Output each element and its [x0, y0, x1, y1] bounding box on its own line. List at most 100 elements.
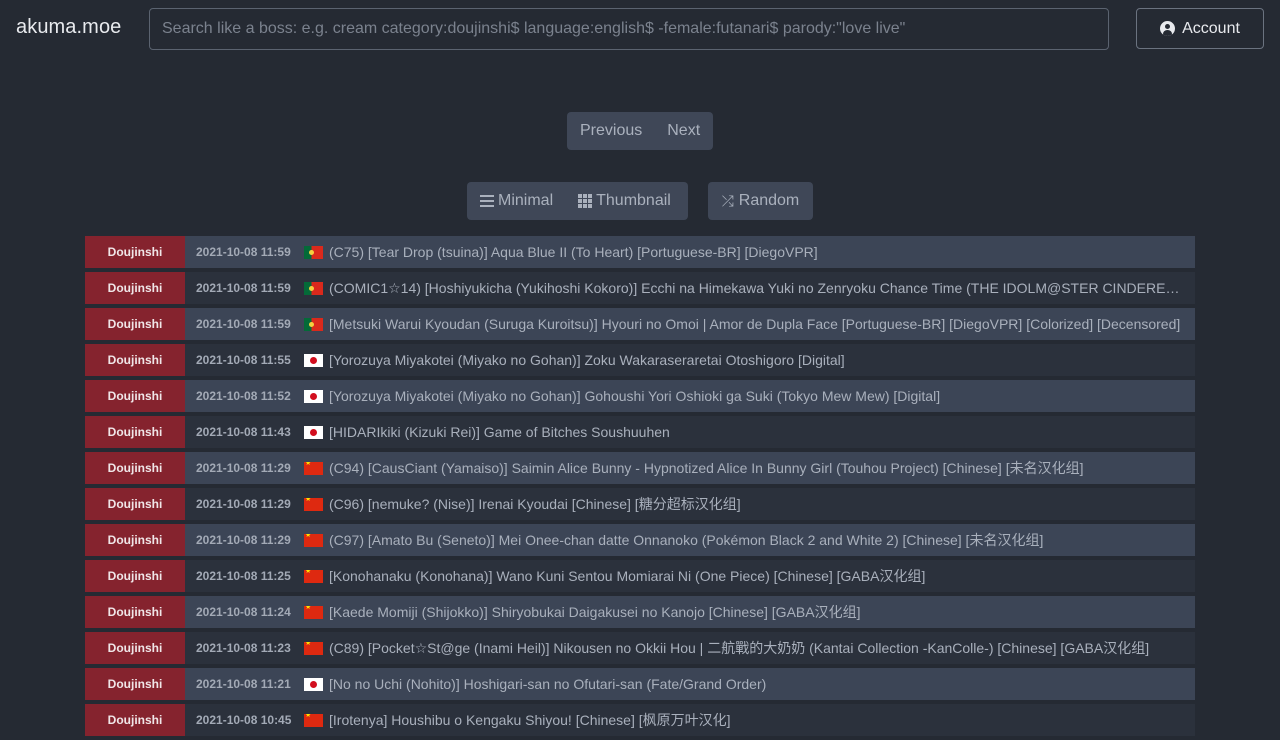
gallery-title-link[interactable]: [Irotenya] Houshibu o Kengaku Shiyou! [C… [329, 710, 741, 730]
category-badge[interactable]: Doujinshi [85, 236, 185, 268]
flag-jp-icon [304, 677, 323, 691]
category-badge[interactable]: Doujinshi [85, 632, 185, 664]
gallery-title-link[interactable]: [Yorozuya Miyakotei (Miyako no Gohan)] Z… [329, 352, 855, 368]
upload-date: 2021-10-08 11:29 [196, 497, 291, 511]
gallery-content[interactable]: 2021-10-08 11:29 (C97) [Amato Bu (Seneto)… [185, 524, 1195, 556]
gallery-row[interactable]: Doujinshi 2021-10-08 10:45 [Irotenya] Hous… [85, 704, 1195, 736]
category-badge[interactable]: Doujinshi [85, 380, 185, 412]
gallery-content[interactable]: 2021-10-08 11:25 [Konohanaku (Konohana)] … [185, 560, 1195, 592]
gallery-content[interactable]: 2021-10-08 11:55 [Yorozuya Miyakotei (Miy… [185, 344, 1195, 376]
upload-date: 2021-10-08 11:25 [196, 569, 291, 583]
upload-date: 2021-10-08 11:59 [196, 317, 291, 331]
next-button[interactable]: Next [655, 122, 713, 140]
gallery-content[interactable]: 2021-10-08 11:59 (C75) [Tear Drop (tsuina… [185, 236, 1195, 268]
flag-jp-icon [304, 425, 323, 439]
gallery-content[interactable]: 2021-10-08 11:24 [Kaede Momiji (Shijokko)… [185, 596, 1195, 628]
thumbnail-view-button[interactable]: Thumbnail [565, 182, 683, 220]
previous-button[interactable]: Previous [567, 122, 655, 140]
gallery-row[interactable]: Doujinshi 2021-10-08 11:43 [HIDARIkiki (Ki… [85, 416, 1195, 448]
gallery-list: Doujinshi 2021-10-08 11:59 (C75) [Tear Dro… [85, 236, 1195, 740]
upload-date: 2021-10-08 11:52 [196, 389, 291, 403]
upload-date: 2021-10-08 11:55 [196, 353, 291, 367]
gallery-content[interactable]: 2021-10-08 11:23 (C89) [Pocket☆St@ge (Ina… [185, 632, 1195, 664]
upload-date: 2021-10-08 11:29 [196, 533, 291, 547]
gallery-title-link[interactable]: [Metsuki Warui Kyoudan (Suruga Kuroitsu)… [329, 316, 1190, 332]
flag-pt-icon [304, 317, 323, 331]
gallery-row[interactable]: Doujinshi 2021-10-08 11:59 (COMIC1☆14) [Ho… [85, 272, 1195, 304]
category-badge[interactable]: Doujinshi [85, 524, 185, 556]
upload-date: 2021-10-08 11:43 [196, 425, 291, 439]
gallery-title-link[interactable]: (C96) [nemuke? (Nise)] Irenai Kyoudai [C… [329, 494, 751, 514]
gallery-title-link[interactable]: [Kaede Momiji (Shijokko)] Shiryobukai Da… [329, 602, 870, 622]
search-input[interactable] [149, 8, 1109, 50]
gallery-title-link[interactable]: [HIDARIkiki (Kizuki Rei)] Game of Bitche… [329, 424, 680, 440]
pagination: Previous Next [567, 112, 713, 150]
upload-date: 2021-10-08 11:21 [196, 677, 291, 691]
gallery-content[interactable]: 2021-10-08 11:52 [Yorozuya Miyakotei (Miy… [185, 380, 1195, 412]
flag-cn-icon [304, 497, 323, 511]
account-button[interactable]: Account [1136, 8, 1264, 49]
minimal-view-button[interactable]: Minimal [467, 182, 565, 220]
random-button[interactable]: ⤮ Random [708, 182, 813, 220]
upload-date: 2021-10-08 11:59 [196, 245, 291, 259]
category-badge[interactable]: Doujinshi [85, 560, 185, 592]
gallery-content[interactable]: 2021-10-08 11:21 [No no Uchi (Nohito)] Ho… [185, 668, 1195, 700]
gallery-title-link[interactable]: (C97) [Amato Bu (Seneto)] Mei Onee-chan … [329, 530, 1053, 550]
gallery-content[interactable]: 2021-10-08 11:59 [Metsuki Warui Kyoudan (… [185, 308, 1195, 340]
gallery-row[interactable]: Doujinshi 2021-10-08 11:55 [Yorozuya Miyak… [85, 344, 1195, 376]
category-badge[interactable]: Doujinshi [85, 668, 185, 700]
grid-icon [578, 194, 593, 208]
account-label: Account [1182, 19, 1240, 37]
category-badge[interactable]: Doujinshi [85, 704, 185, 736]
gallery-title-link[interactable]: (C94) [CausCiant (Yamaiso)] Saimin Alice… [329, 458, 1093, 478]
gallery-title-link[interactable]: [Konohanaku (Konohana)] Wano Kuni Sentou… [329, 566, 935, 586]
flag-pt-icon [304, 281, 323, 295]
upload-date: 2021-10-08 10:45 [196, 713, 292, 727]
flag-cn-icon [304, 641, 323, 655]
navbar: akuma.moe Account [0, 0, 1280, 58]
shuffle-icon: ⤮ [721, 192, 734, 210]
category-badge[interactable]: Doujinshi [85, 488, 185, 520]
gallery-title-link[interactable]: (COMIC1☆14) [Hoshiyukicha (Yukihoshi Kok… [329, 280, 1195, 297]
gallery-content[interactable]: 2021-10-08 11:43 [HIDARIkiki (Kizuki Rei)… [185, 416, 1195, 448]
flag-pt-icon [304, 245, 323, 259]
bars-icon [480, 195, 494, 207]
gallery-row[interactable]: Doujinshi 2021-10-08 11:59 (C75) [Tear Dro… [85, 236, 1195, 268]
random-label: Random [738, 192, 800, 209]
category-badge[interactable]: Doujinshi [85, 308, 185, 340]
gallery-row[interactable]: Doujinshi 2021-10-08 11:23 (C89) [Pocket☆S… [85, 632, 1195, 664]
site-logo[interactable]: akuma.moe [16, 16, 121, 39]
gallery-row[interactable]: Doujinshi 2021-10-08 11:21 [No no Uchi (No… [85, 668, 1195, 700]
upload-date: 2021-10-08 11:59 [196, 281, 291, 295]
gallery-row[interactable]: Doujinshi 2021-10-08 11:52 [Yorozuya Miyak… [85, 380, 1195, 412]
view-mode-group: Minimal Thumbnail [467, 182, 688, 220]
category-badge[interactable]: Doujinshi [85, 272, 185, 304]
category-badge[interactable]: Doujinshi [85, 596, 185, 628]
gallery-content[interactable]: 2021-10-08 11:59 (COMIC1☆14) [Hoshiyukich… [185, 272, 1195, 304]
gallery-title-link[interactable]: [No no Uchi (Nohito)] Hoshigari-san no O… [329, 676, 776, 692]
gallery-content[interactable]: 2021-10-08 11:29 (C96) [nemuke? (Nise)] I… [185, 488, 1195, 520]
category-badge[interactable]: Doujinshi [85, 452, 185, 484]
user-circle-icon [1160, 21, 1176, 36]
upload-date: 2021-10-08 11:23 [196, 641, 291, 655]
category-badge[interactable]: Doujinshi [85, 416, 185, 448]
flag-jp-icon [304, 353, 323, 367]
flag-cn-icon [304, 569, 323, 583]
flag-cn-icon [304, 533, 323, 547]
flag-cn-icon [304, 461, 323, 475]
gallery-content[interactable]: 2021-10-08 10:45 [Irotenya] Houshibu o Ke… [185, 704, 1195, 736]
gallery-row[interactable]: Doujinshi 2021-10-08 11:29 (C94) [CausCian… [85, 452, 1195, 484]
gallery-row[interactable]: Doujinshi 2021-10-08 11:29 (C97) [Amato Bu… [85, 524, 1195, 556]
category-badge[interactable]: Doujinshi [85, 344, 185, 376]
gallery-row[interactable]: Doujinshi 2021-10-08 11:29 (C96) [nemuke? … [85, 488, 1195, 520]
gallery-title-link[interactable]: (C75) [Tear Drop (tsuina)] Aqua Blue II … [329, 244, 828, 260]
gallery-row[interactable]: Doujinshi 2021-10-08 11:24 [Kaede Momiji (… [85, 596, 1195, 628]
gallery-title-link[interactable]: [Yorozuya Miyakotei (Miyako no Gohan)] G… [329, 388, 950, 404]
gallery-title-link[interactable]: (C89) [Pocket☆St@ge (Inami Heil)] Nikous… [329, 638, 1159, 658]
gallery-content[interactable]: 2021-10-08 11:29 (C94) [CausCiant (Yamais… [185, 452, 1195, 484]
gallery-row[interactable]: Doujinshi 2021-10-08 11:25 [Konohanaku (Ko… [85, 560, 1195, 592]
flag-jp-icon [304, 389, 323, 403]
minimal-label: Minimal [498, 192, 554, 209]
thumbnail-label: Thumbnail [596, 192, 671, 209]
gallery-row[interactable]: Doujinshi 2021-10-08 11:59 [Metsuki Warui … [85, 308, 1195, 340]
